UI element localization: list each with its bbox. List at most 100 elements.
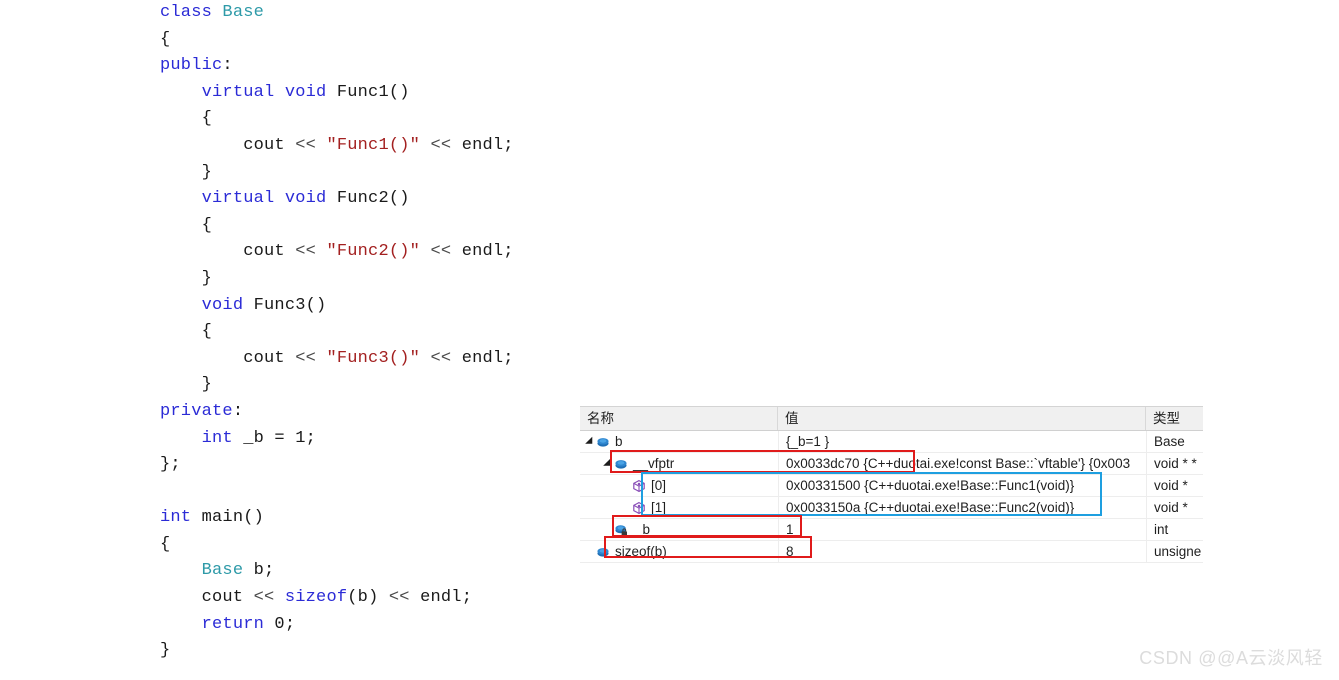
code-token: : bbox=[232, 401, 244, 421]
code-token: << bbox=[430, 242, 452, 262]
code-token: { bbox=[160, 215, 213, 235]
code-line: virtual void Func2() bbox=[160, 186, 580, 213]
code-line: return 0; bbox=[160, 612, 580, 639]
tree-expander-placeholder bbox=[602, 519, 614, 540]
code-token: cout bbox=[160, 135, 296, 155]
code-token: } bbox=[160, 268, 213, 288]
code-line: } bbox=[160, 266, 580, 293]
watch-row[interactable]: sizeof(b) 8 unsigne bbox=[580, 541, 1203, 563]
watch-row-name-label: [1] bbox=[651, 500, 667, 515]
watch-row[interactable]: [0] 0x00331500 {C++duotai.exe!Base::Func1… bbox=[580, 475, 1203, 497]
watch-cell-value[interactable]: {_b=1 } bbox=[778, 431, 1146, 452]
code-token: { bbox=[160, 29, 171, 49]
code-token: b; bbox=[243, 561, 275, 581]
code-token: Func2() bbox=[336, 189, 410, 209]
code-token: { bbox=[160, 109, 213, 129]
code-token: main() bbox=[201, 508, 265, 528]
column-header-name[interactable]: 名称 bbox=[580, 407, 778, 430]
code-line: }; bbox=[160, 452, 580, 479]
code-token: class bbox=[160, 3, 223, 22]
code-token: "Func2()" bbox=[326, 242, 421, 262]
code-token: cout bbox=[160, 242, 296, 262]
code-token: "Func1()" bbox=[326, 135, 421, 155]
column-header-type[interactable]: 类型 bbox=[1146, 407, 1203, 430]
watch-cell-type: void * * bbox=[1146, 453, 1203, 474]
code-token: cout bbox=[160, 348, 296, 368]
watch-cell-name: __vfptr bbox=[580, 453, 778, 474]
code-token: : bbox=[222, 56, 233, 76]
code-token: << bbox=[430, 348, 452, 368]
code-line: public: bbox=[160, 53, 580, 80]
watch-row[interactable]: [1] 0x0033150a {C++duotai.exe!Base::Func2… bbox=[580, 497, 1203, 519]
watch-cell-type: unsigne bbox=[1146, 541, 1203, 562]
code-token: << bbox=[295, 242, 317, 262]
code-line: { bbox=[160, 319, 580, 346]
code-token: sizeof bbox=[284, 588, 348, 608]
code-line: } bbox=[160, 372, 580, 399]
watch-cell-type: void * bbox=[1146, 497, 1203, 518]
watch-cell-value[interactable]: 8 bbox=[778, 541, 1146, 562]
debugger-watch-window[interactable]: 名称 值 类型 b {_b=1 } Base __vfptr 0x0033dc70 {… bbox=[580, 406, 1203, 563]
private-field-icon bbox=[614, 523, 630, 537]
code-line: cout << sizeof(b) << endl; bbox=[160, 585, 580, 612]
watch-row[interactable]: b {_b=1 } Base bbox=[580, 431, 1203, 453]
tree-expander-expanded-icon[interactable] bbox=[584, 431, 596, 452]
tree-expander-expanded-icon[interactable] bbox=[602, 453, 614, 474]
code-token: << bbox=[253, 588, 275, 608]
watch-column-header-row: 名称 值 类型 bbox=[580, 407, 1203, 431]
column-header-value[interactable]: 值 bbox=[778, 407, 1146, 430]
watch-row-name-label: sizeof(b) bbox=[615, 544, 667, 559]
code-editor-pane: class Base{public: virtual void Func1() … bbox=[160, 0, 580, 665]
watch-cell-name: b bbox=[580, 431, 778, 452]
watch-cell-type: Base bbox=[1146, 431, 1203, 452]
code-token: private bbox=[160, 401, 233, 421]
code-token: }; bbox=[160, 455, 181, 475]
code-line: { bbox=[160, 106, 580, 133]
watch-cell-value[interactable]: 1 bbox=[778, 519, 1146, 540]
code-token: << bbox=[388, 588, 410, 608]
watch-cell-value[interactable]: 0x00331500 {C++duotai.exe!Base::Func1(vo… bbox=[778, 475, 1146, 496]
code-token: void bbox=[201, 295, 254, 315]
code-line: virtual void Func1() bbox=[160, 80, 580, 107]
code-line: } bbox=[160, 160, 580, 187]
watch-cell-type: int bbox=[1146, 519, 1203, 540]
watch-cell-name: sizeof(b) bbox=[580, 541, 778, 562]
code-token: { bbox=[160, 534, 171, 554]
watch-cell-value[interactable]: 0x0033150a {C++duotai.exe!Base::Func2(vo… bbox=[778, 497, 1146, 518]
code-token: Base bbox=[201, 561, 244, 581]
code-token: cout bbox=[160, 588, 254, 608]
code-token: } bbox=[160, 375, 213, 395]
code-line: cout << "Func3()" << endl; bbox=[160, 346, 580, 373]
watch-cell-name: [1] bbox=[580, 497, 778, 518]
code-line: cout << "Func1()" << endl; bbox=[160, 133, 580, 160]
watch-cell-type: void * bbox=[1146, 475, 1203, 496]
code-token: return bbox=[201, 614, 275, 634]
code-token: Base bbox=[222, 3, 265, 22]
watch-cell-value[interactable]: 0x0033dc70 {C++duotai.exe!const Base::`v… bbox=[778, 453, 1146, 474]
code-token: int bbox=[160, 508, 202, 528]
watch-row[interactable]: __vfptr 0x0033dc70 {C++duotai.exe!const B… bbox=[580, 453, 1203, 475]
code-token: (b) bbox=[347, 588, 389, 608]
tree-expander-placeholder bbox=[620, 497, 632, 518]
code-line: { bbox=[160, 213, 580, 240]
code-line: { bbox=[160, 27, 580, 54]
watch-cell-name: _b bbox=[580, 519, 778, 540]
watch-row-name-label: _b bbox=[635, 522, 651, 537]
tree-expander-placeholder bbox=[584, 541, 596, 562]
watch-row[interactable]: _b 1 int bbox=[580, 519, 1203, 541]
code-token: endl; bbox=[409, 588, 473, 608]
code-token: "Func3()" bbox=[326, 348, 421, 368]
code-line: cout << "Func2()" << endl; bbox=[160, 239, 580, 266]
code-line: } bbox=[160, 638, 580, 665]
method-icon bbox=[632, 501, 646, 515]
code-token: << bbox=[295, 135, 317, 155]
